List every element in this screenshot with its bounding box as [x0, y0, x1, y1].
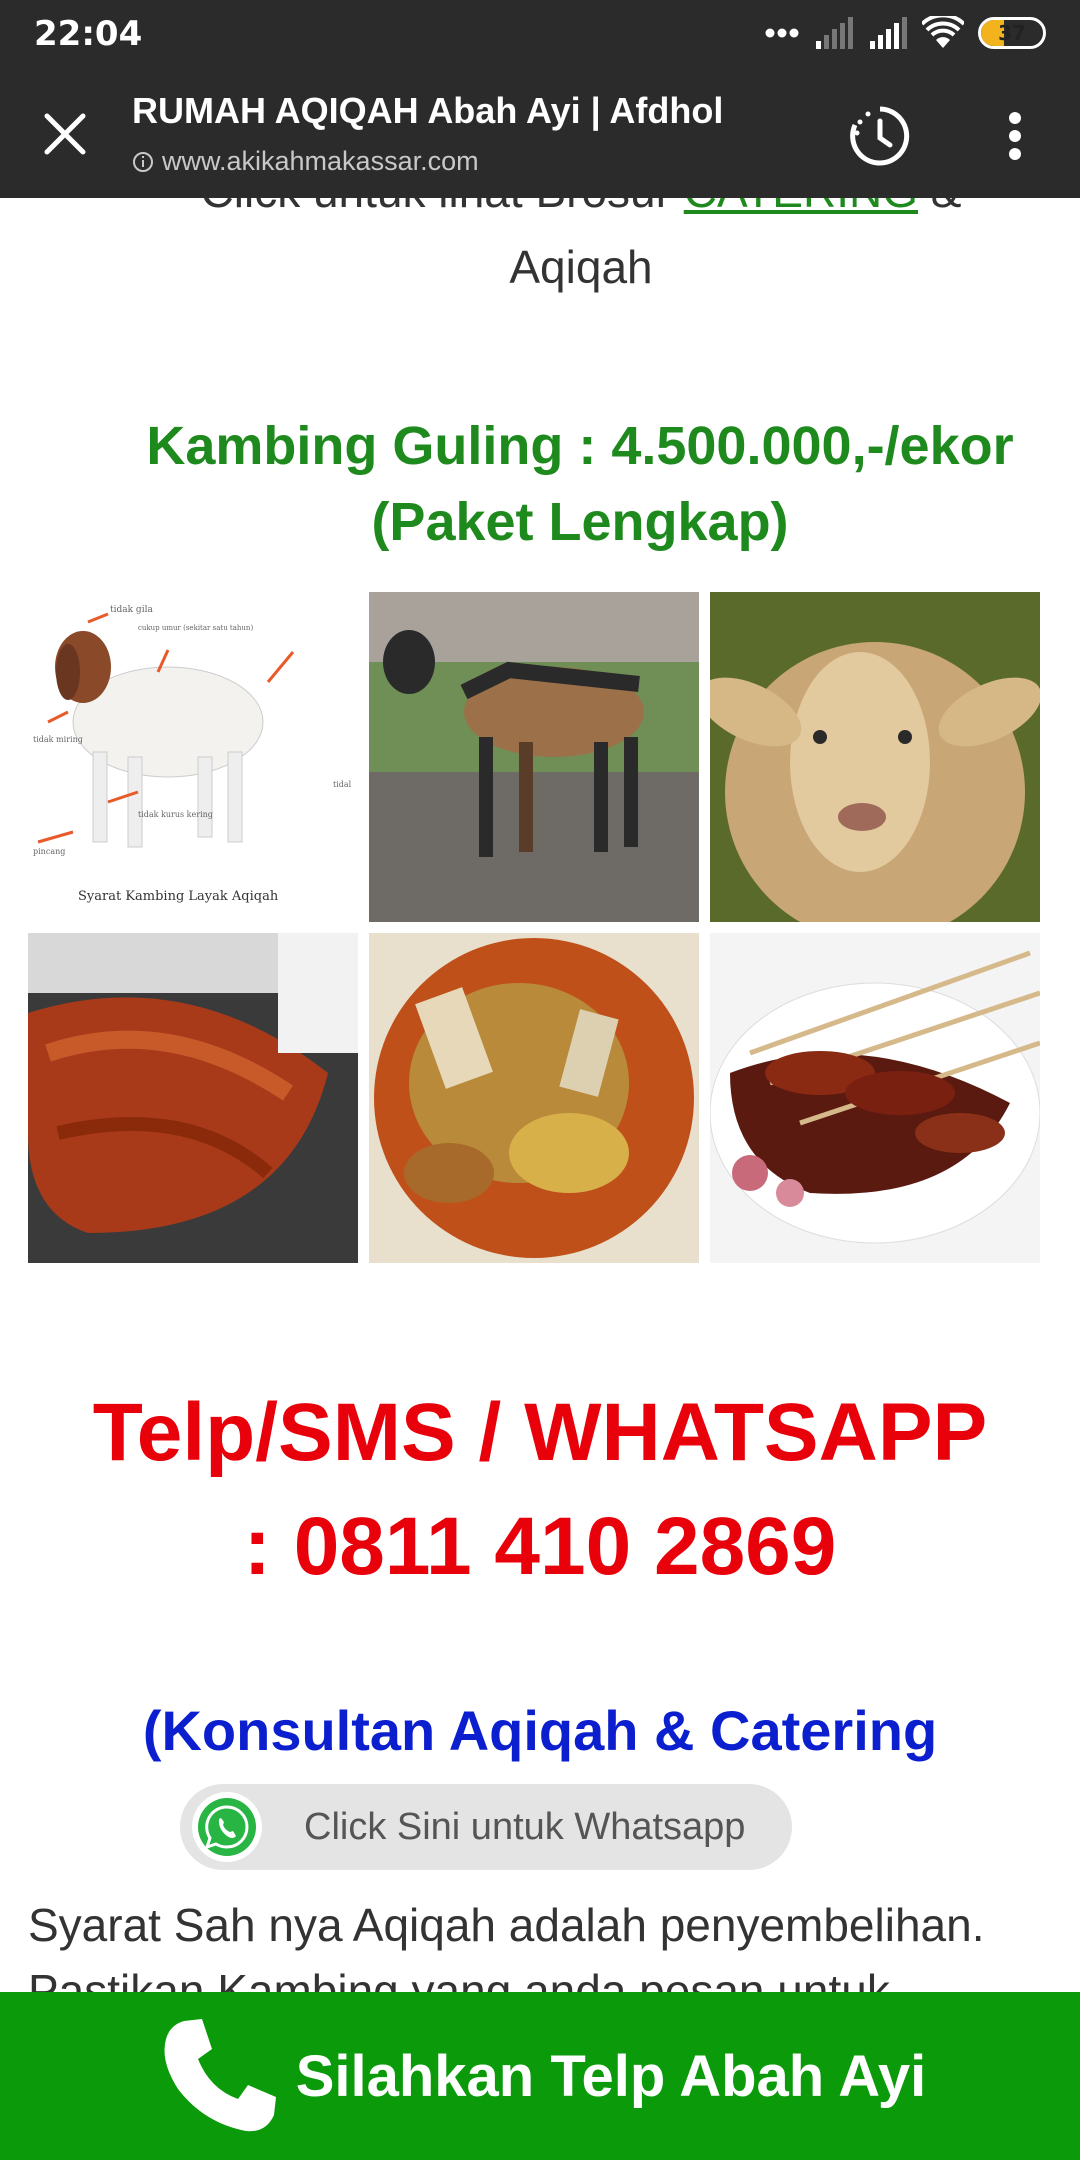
roasted-goat-photo [28, 933, 358, 1263]
goat-face-photo [710, 592, 1040, 922]
goat-requirements-image: tidak gila cukup umur (sekitar satu tahu… [28, 592, 358, 922]
whatsapp-button[interactable]: Click Sini untuk Whatsapp [180, 1784, 792, 1870]
whatsapp-label: Click Sini untuk Whatsapp [304, 1805, 746, 1848]
image-gallery: tidak gila cukup umur (sekitar satu tahu… [28, 592, 1042, 1263]
phone-icon [164, 2019, 276, 2132]
signal-icon [870, 17, 907, 49]
status-bar: 22:04 37 [0, 0, 1080, 66]
price-heading: Kambing Guling : 4.500.000,-/ekor (Paket… [0, 408, 1080, 560]
goat-chart-caption: Syarat Kambing Layak Aqiqah [78, 889, 279, 904]
goat-label-7: tidal [333, 780, 352, 789]
battery-level: 37 [998, 21, 1026, 45]
syarat-paragraph: Syarat Sah nya Aqiqah adalah penyembelih… [28, 1892, 1080, 1992]
brown-goat-photo [369, 592, 699, 922]
more-vert-icon [1009, 112, 1021, 160]
call-bar-label: Silahkan Telp Abah Ayi [295, 2043, 927, 2109]
battery-icon: 37 [978, 17, 1046, 49]
syarat-line-2: Pastikan Kambing yang anda pesan untuk [28, 1965, 890, 1992]
history-button[interactable] [840, 96, 920, 176]
more-menu-button[interactable] [985, 106, 1045, 166]
signal-icon [816, 17, 853, 49]
call-bar-button[interactable]: Silahkan Telp Abah Ayi [0, 1992, 1080, 2160]
status-time: 22:04 [34, 14, 143, 54]
browser-toolbar: RUMAH AQIQAH Abah Ayi | Afdhol www.akika… [0, 66, 1080, 198]
brosur-suffix: & [918, 198, 962, 217]
goat-curry-photo [369, 933, 699, 1263]
status-icons: 37 [764, 14, 1046, 52]
page-url: www.akikahmakassar.com [162, 146, 479, 176]
goat-label-5: tidak kurus kering [138, 810, 213, 819]
wifi-icon [922, 16, 964, 48]
page-title: RUMAH AQIQAH Abah Ayi | Afdhol [132, 90, 724, 131]
price-line-1: Kambing Guling : 4.500.000,-/ekor [146, 416, 1014, 476]
close-icon [44, 113, 86, 155]
more-dots-icon [765, 28, 799, 38]
price-line-2: (Paket Lengkap) [371, 492, 789, 552]
goat-label-2: cukup umur (sekitar satu tahun) [138, 624, 253, 632]
goat-label-4: tidak miring [33, 735, 83, 744]
whatsapp-icon [192, 1792, 262, 1862]
konsultan-heading: (Konsultan Aqiqah & Catering [142, 1699, 938, 1762]
goat-sate-photo [710, 933, 1040, 1263]
aqiqah-text: Aqiqah [509, 241, 653, 293]
url-row[interactable]: www.akikahmakassar.com [132, 146, 479, 177]
goat-label-1: tidak gila [110, 605, 153, 615]
phone-line-1: Telp/SMS / WHATSAPP [92, 1387, 988, 1478]
goat-label-6: pincang [33, 847, 65, 856]
brosur-prefix: Click untuk lihat Brosur [201, 198, 684, 217]
syarat-line-1: Syarat Sah nya Aqiqah adalah penyembelih… [28, 1899, 985, 1951]
phone-contact[interactable]: Telp/SMS / WHATSAPP : 0811 410 2869 [0, 1376, 1080, 1604]
phone-line-2: : 0811 410 2869 [243, 1501, 837, 1592]
history-icon [850, 106, 910, 166]
catering-link[interactable]: CATERING [684, 198, 918, 217]
brosur-line: Click untuk lihat Brosur CATERING & [0, 198, 1080, 218]
close-button[interactable] [30, 102, 100, 166]
page-content: Click untuk lihat Brosur CATERING & Aqiq… [0, 198, 1080, 1992]
info-icon [133, 151, 153, 172]
